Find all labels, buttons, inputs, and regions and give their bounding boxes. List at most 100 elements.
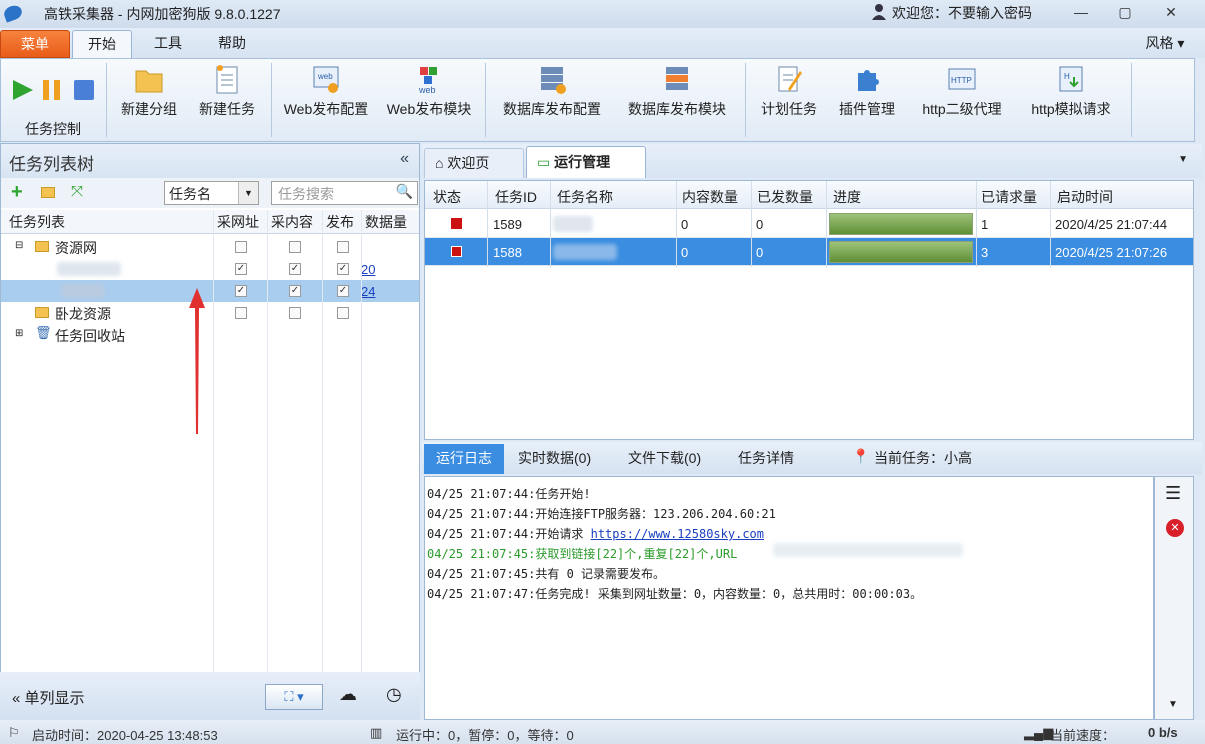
search-field-select[interactable]: 任务名 ▼ bbox=[164, 181, 259, 205]
http-simulate-button[interactable]: H http模拟请求 bbox=[1021, 63, 1121, 127]
checkbox[interactable] bbox=[235, 307, 247, 319]
grid-row-selected[interactable]: 1588 0 0 3 2020/4/25 21:07:26 bbox=[425, 238, 1193, 266]
user-icon bbox=[872, 4, 886, 20]
checkbox[interactable]: ✓ bbox=[235, 263, 247, 275]
checkbox[interactable] bbox=[235, 241, 247, 253]
tree-row-group[interactable]: ⊟ 资源网 bbox=[1, 236, 419, 258]
collapse-icon[interactable]: ⊟ bbox=[15, 240, 23, 251]
menu-main-button[interactable]: 菜单 bbox=[0, 30, 70, 58]
grid-row[interactable]: 1589 0 0 1 2020/4/25 21:07:44 bbox=[425, 210, 1193, 238]
folder-icon[interactable] bbox=[41, 187, 55, 198]
checkbox[interactable]: ✓ bbox=[289, 263, 301, 275]
tab-start[interactable]: 开始 bbox=[72, 30, 132, 58]
new-task-button[interactable]: 新建任务 bbox=[193, 63, 261, 127]
svg-text:HTTP: HTTP bbox=[951, 76, 972, 85]
divider bbox=[976, 181, 977, 267]
clock-icon[interactable]: ◷ bbox=[386, 684, 402, 705]
scroll-down-icon[interactable]: ▼ bbox=[1168, 699, 1178, 710]
folder-icon bbox=[35, 241, 49, 252]
new-group-button[interactable]: 新建分组 bbox=[115, 63, 183, 127]
expand-icon[interactable]: ⤧ bbox=[71, 183, 83, 200]
tab-run-log[interactable]: 运行日志 bbox=[424, 444, 504, 474]
signal-icon: ▂▄▆ bbox=[1024, 725, 1054, 740]
start-time-status: 启动时间：2020-04-25 13:48:53 bbox=[32, 728, 218, 743]
task-id: 1589 bbox=[493, 217, 522, 232]
cloud-download-icon[interactable]: ☁ bbox=[339, 684, 357, 705]
divider bbox=[1050, 181, 1051, 267]
plugin-manage-button[interactable]: 插件管理 bbox=[833, 63, 901, 127]
task-grid: 状态 任务ID 任务名称 内容数量 已发数量 进度 已请求量 启动时间 1589… bbox=[424, 180, 1194, 440]
checkbox[interactable] bbox=[337, 241, 349, 253]
style-dropdown[interactable]: 风格 ▾ bbox=[1130, 30, 1200, 58]
log-link[interactable]: https://www.12580sky.com bbox=[591, 527, 764, 541]
current-task-label: 当前任务：小高 bbox=[874, 450, 972, 466]
divider bbox=[1131, 63, 1132, 137]
search-input[interactable]: 任务搜索 🔍 bbox=[271, 181, 418, 205]
tree-row-task-selected[interactable]: ✓ ✓ ✓ 24 bbox=[1, 280, 419, 302]
tab-file-download[interactable]: 文件下载(0) bbox=[628, 448, 701, 468]
tree-row-group[interactable]: 卧龙资源 bbox=[1, 302, 419, 324]
divider bbox=[485, 63, 486, 137]
tab-welcome[interactable]: ⌂ 欢迎页 bbox=[424, 148, 524, 178]
data-count-link[interactable]: 24 bbox=[361, 284, 375, 299]
minimize-button[interactable]: — bbox=[1070, 4, 1092, 22]
tab-running[interactable]: ▭ 运行管理 bbox=[526, 146, 646, 178]
collapse-icon[interactable]: « bbox=[400, 150, 409, 168]
request-count: 3 bbox=[981, 245, 989, 260]
task-tree-panel: 任务列表树 « + ⤧ 任务名 ▼ 任务搜索 🔍 任务列表 采网址 采内容 发布 数… bbox=[0, 143, 420, 720]
checkbox[interactable]: ✓ bbox=[337, 285, 349, 297]
stopped-status-icon bbox=[451, 218, 462, 229]
tab-realtime-data[interactable]: 实时数据(0) bbox=[518, 448, 591, 468]
single-column-toggle[interactable]: « 单列显示 bbox=[12, 687, 85, 708]
tree-row-task[interactable]: ✓ ✓ ✓ 20 bbox=[1, 258, 419, 280]
tab-help[interactable]: 帮助 bbox=[202, 30, 262, 58]
tree-row-recycle[interactable]: ⊞ 🗑 任务回收站 bbox=[1, 324, 419, 346]
checkbox[interactable] bbox=[289, 307, 301, 319]
new-document-icon bbox=[216, 65, 238, 94]
db-publish-config-button[interactable]: 数据库发布配置 bbox=[496, 63, 608, 127]
log-text: 04/25 21:07:44:开始请求 bbox=[427, 527, 591, 541]
log-panel: 04/25 21:07:44:任务开始! 04/25 21:07:44:开始连接… bbox=[424, 476, 1154, 720]
tree-label: 卧龙资源 bbox=[55, 306, 111, 322]
http-proxy-button[interactable]: HTTP http二级代理 bbox=[913, 63, 1011, 127]
checkbox[interactable] bbox=[289, 241, 301, 253]
checkbox[interactable]: ✓ bbox=[235, 285, 247, 297]
divider bbox=[271, 63, 272, 137]
checkbox[interactable]: ✓ bbox=[289, 285, 301, 297]
tree-label: 资源网 bbox=[55, 240, 97, 256]
sent-count: 0 bbox=[756, 245, 764, 260]
left-footer: « 单列显示 ⛶ ▾ ☁ ◷ bbox=[0, 672, 420, 720]
data-count-link[interactable]: 20 bbox=[361, 262, 375, 277]
divider bbox=[267, 210, 268, 720]
speed-value: 0 b/s bbox=[1148, 725, 1178, 740]
tab-task-detail[interactable]: 任务详情 bbox=[738, 448, 794, 468]
db-publish-module-button[interactable]: 数据库发布模块 bbox=[621, 63, 733, 127]
web-publish-module-button[interactable]: web Web发布模块 bbox=[383, 63, 475, 127]
scheduled-task-button[interactable]: 计划任务 bbox=[755, 63, 823, 127]
play-icon[interactable] bbox=[11, 79, 35, 101]
search-placeholder: 任务搜索 bbox=[278, 186, 334, 202]
tab-tools[interactable]: 工具 bbox=[138, 30, 198, 58]
add-icon[interactable]: + bbox=[11, 181, 23, 204]
folder-icon bbox=[35, 307, 49, 318]
maximize-button[interactable]: ▢ bbox=[1114, 4, 1136, 22]
speed-label: 当前速度： bbox=[1050, 728, 1116, 743]
stop-icon[interactable] bbox=[73, 79, 95, 101]
redacted-name bbox=[553, 244, 617, 260]
web-publish-config-button[interactable]: web Web发布配置 bbox=[281, 63, 371, 127]
close-button[interactable]: ✕ bbox=[1160, 4, 1182, 22]
menu-icon[interactable]: ☰ bbox=[1165, 483, 1181, 504]
col-publish: 发布 bbox=[326, 214, 354, 230]
col-content-count: 内容数量 bbox=[682, 189, 738, 205]
pause-icon[interactable] bbox=[42, 79, 62, 101]
chevron-down-icon[interactable]: ▼ bbox=[1178, 154, 1188, 165]
checkbox[interactable]: ✓ bbox=[337, 263, 349, 275]
tree-view-button[interactable]: ⛶ ▾ bbox=[265, 684, 323, 710]
expand-icon[interactable]: ⊞ bbox=[15, 328, 23, 339]
clear-icon[interactable]: ✕ bbox=[1166, 519, 1184, 537]
checkbox[interactable] bbox=[337, 307, 349, 319]
request-count: 1 bbox=[981, 217, 989, 232]
monitor-icon: ▭ bbox=[537, 154, 551, 170]
panel-title: 任务列表树 bbox=[9, 155, 94, 174]
window-title: 高铁采集器 - 内网加密狗版 9.8.0.1227 bbox=[44, 6, 281, 22]
